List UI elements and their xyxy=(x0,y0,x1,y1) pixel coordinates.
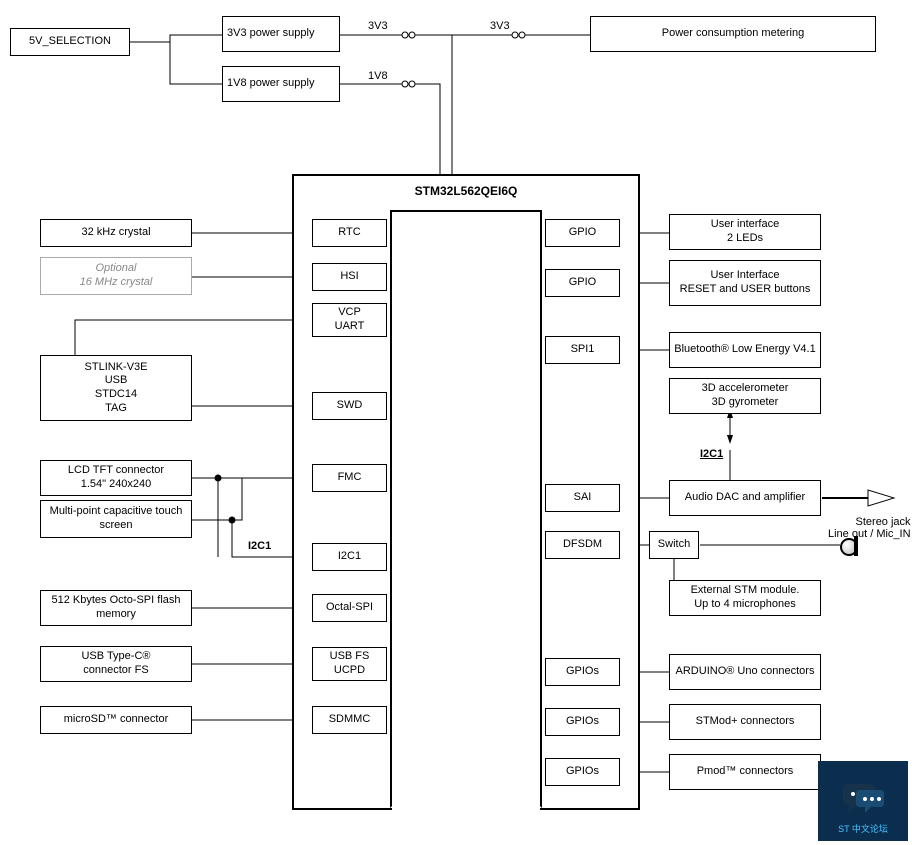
port-spi1: SPI1 xyxy=(545,336,620,364)
block-3v3-supply: 3V3 power supply xyxy=(222,16,340,52)
block-ext-mics: External STM module. Up to 4 microphones xyxy=(669,580,821,616)
port-gpios-pmod: GPIOs xyxy=(545,758,620,786)
port-gpios-arduino: GPIOs xyxy=(545,658,620,686)
label-3v3-1: 3V3 xyxy=(368,20,388,32)
port-vcp: VCP UART xyxy=(312,303,387,337)
block-stlink: STLINK-V3E USB STDC14 TAG xyxy=(40,355,192,421)
block-touch: Multi-point capacitive touch screen xyxy=(40,500,192,538)
port-hsi: HSI xyxy=(312,263,387,291)
block-5v-selection: 5V_SELECTION xyxy=(10,28,130,56)
block-lcd-connector: LCD TFT connector 1.54" 240x240 xyxy=(40,460,192,496)
block-microsd: microSD™ connector xyxy=(40,706,192,734)
forum-watermark: ST 中文论坛 xyxy=(818,761,908,841)
label-stereo-jack: Stereo jack Line out / Mic_IN xyxy=(828,516,911,540)
mcu-notch-cap xyxy=(392,804,540,810)
mcu-notch xyxy=(390,210,542,808)
port-rtc: RTC xyxy=(312,219,387,247)
port-i2c1: I2C1 xyxy=(312,543,387,571)
block-usb-c: USB Type-C® connector FS xyxy=(40,646,192,682)
port-fmc: FMC xyxy=(312,464,387,492)
port-swd: SWD xyxy=(312,392,387,420)
label-3v3-2: 3V3 xyxy=(490,20,510,32)
chat-icon xyxy=(841,782,885,816)
label-i2c1-left: I2C1 xyxy=(248,540,271,552)
block-leds: User interface 2 LEDs xyxy=(669,214,821,250)
block-buttons: User Interface RESET and USER buttons xyxy=(669,260,821,306)
block-switch: Switch xyxy=(649,531,699,559)
port-gpio-buttons: GPIO xyxy=(545,269,620,297)
block-16m-crystal: Optional 16 MHz crystal xyxy=(40,257,192,295)
port-sai: SAI xyxy=(545,484,620,512)
label-i2c1-right: I2C1 xyxy=(700,448,723,460)
port-octal-spi: Octal-SPI xyxy=(312,594,387,622)
label-1v8: 1V8 xyxy=(368,70,388,82)
block-arduino: ARDUINO® Uno connectors xyxy=(669,654,821,690)
block-pmod: Pmod™ connectors xyxy=(669,754,821,790)
port-usbfs: USB FS UCPD xyxy=(312,647,387,681)
block-power-meter: Power consumption metering xyxy=(590,16,876,52)
block-stmod: STMod+ connectors xyxy=(669,704,821,740)
block-imu: 3D accelerometer 3D gyrometer xyxy=(669,378,821,414)
port-sdmmc: SDMMC xyxy=(312,706,387,734)
block-ble: Bluetooth® Low Energy V4.1 xyxy=(669,332,821,368)
block-1v8-supply: 1V8 power supply xyxy=(222,66,340,102)
port-gpio-leds: GPIO xyxy=(545,219,620,247)
block-audio-dac: Audio DAC and amplifier xyxy=(669,480,821,516)
mic-stand xyxy=(854,536,858,556)
watermark-text: ST 中文论坛 xyxy=(838,822,888,835)
block-32k-crystal: 32 kHz crystal xyxy=(40,219,192,247)
port-dfsdm: DFSDM xyxy=(545,531,620,559)
mcu-title: STM32L562QEI6Q xyxy=(294,184,638,198)
block-octo-flash: 512 Kbytes Octo-SPI flash memory xyxy=(40,590,192,626)
port-gpios-stmod: GPIOs xyxy=(545,708,620,736)
